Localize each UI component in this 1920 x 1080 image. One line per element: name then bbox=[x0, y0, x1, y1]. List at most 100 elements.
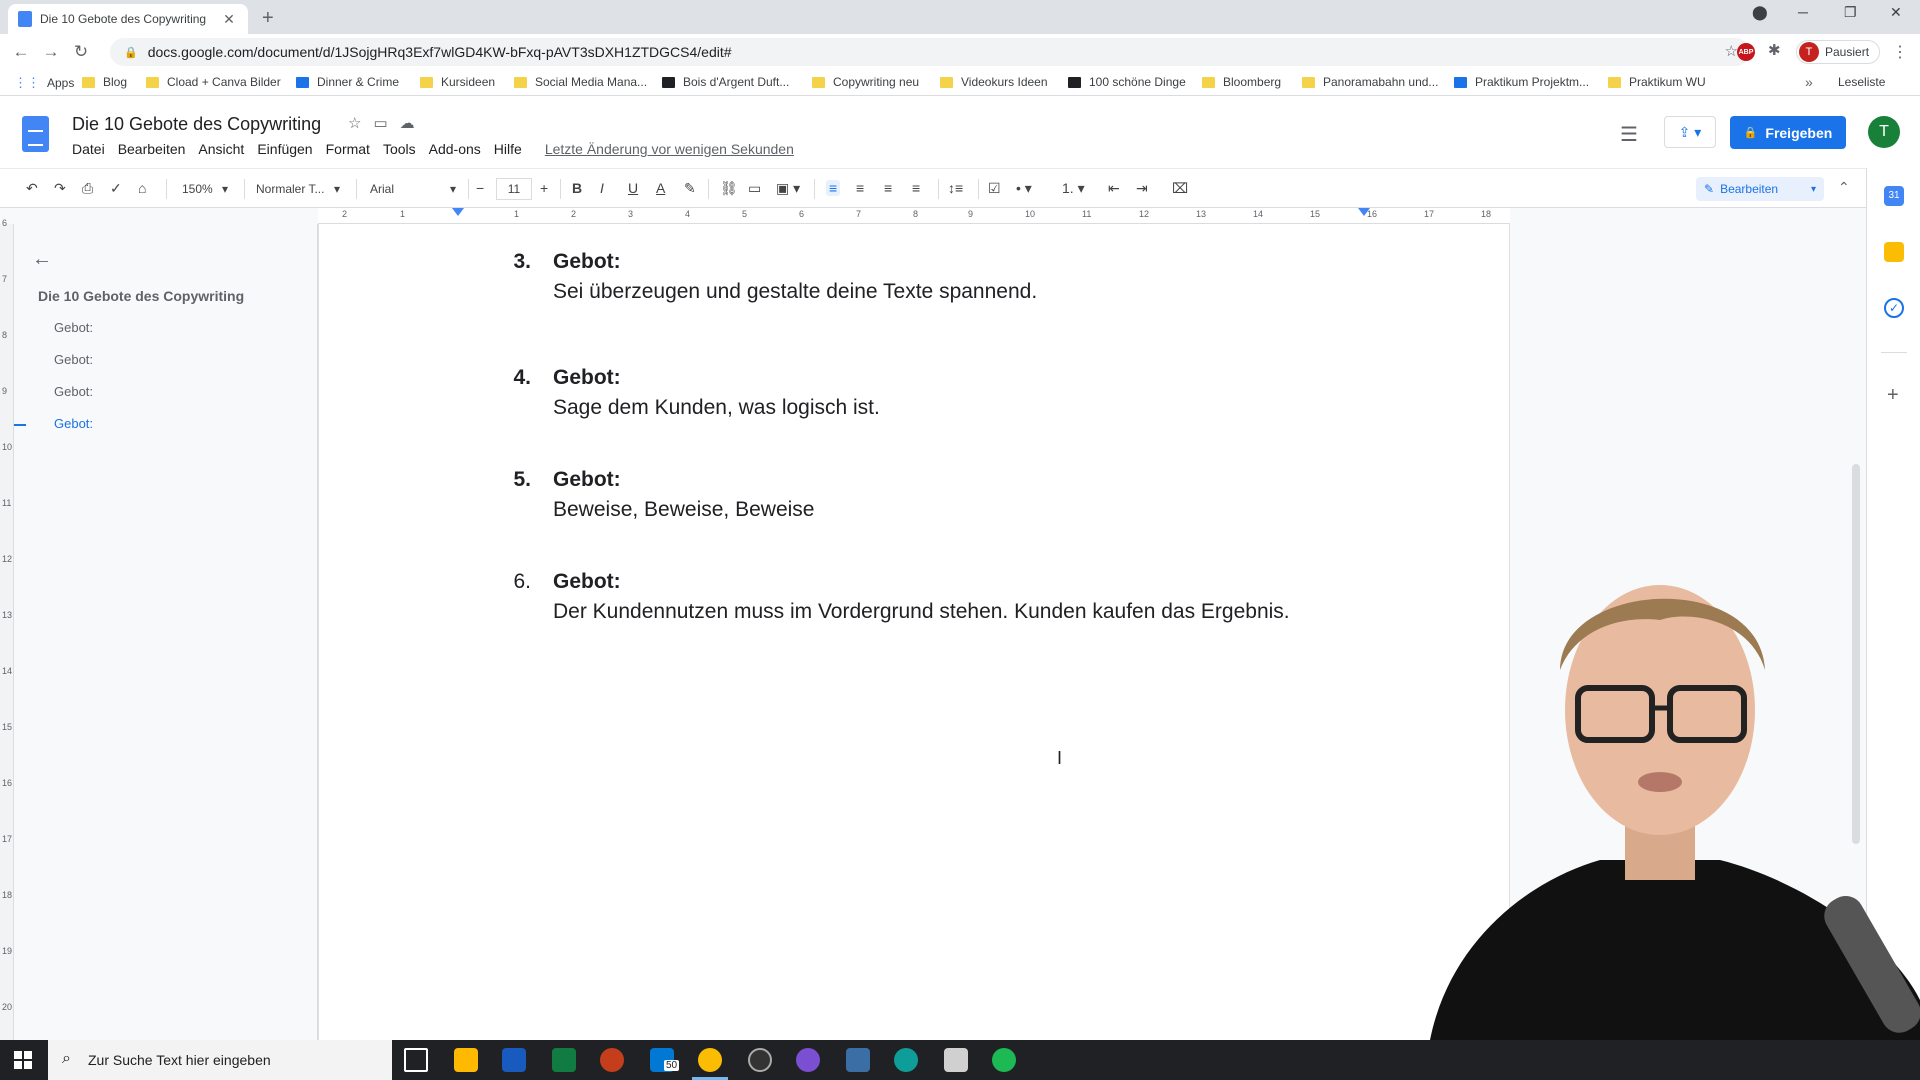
bookmark-item[interactable]: Copywriting neu bbox=[812, 75, 919, 89]
document-page[interactable]: 3. Gebot: Sei überzeugen und gestalte de… bbox=[318, 224, 1510, 1040]
font-select[interactable]: Arial bbox=[370, 182, 394, 196]
tab-search-icon[interactable]: ⬤ bbox=[1752, 4, 1768, 21]
outline-item[interactable]: Gebot: bbox=[54, 384, 93, 399]
comments-icon[interactable]: ☰ bbox=[1620, 122, 1638, 147]
font-size-input[interactable]: 11 bbox=[496, 178, 532, 200]
bookmark-item[interactable]: Bois d'Argent Duft... bbox=[662, 75, 789, 89]
menu-datei[interactable]: Datei bbox=[72, 141, 105, 157]
insert-image-icon[interactable]: ▣ ▾ bbox=[776, 180, 800, 197]
close-tab-icon[interactable]: ✕ bbox=[220, 11, 238, 28]
close-window-icon[interactable]: ✕ bbox=[1890, 4, 1902, 21]
editing-mode-select[interactable]: ✎ Bearbeiten ▾ bbox=[1696, 177, 1824, 201]
bookmark-item[interactable]: Dinner & Crime bbox=[296, 75, 399, 89]
edge-icon[interactable] bbox=[894, 1048, 918, 1072]
more-bookmarks-button[interactable]: » bbox=[1805, 74, 1813, 90]
excel-icon[interactable] bbox=[552, 1048, 576, 1072]
clear-formatting-icon[interactable]: ⌧ bbox=[1172, 180, 1188, 197]
profile-button[interactable]: T Pausiert bbox=[1796, 40, 1881, 64]
app-icon[interactable] bbox=[846, 1048, 870, 1072]
back-icon[interactable]: ← bbox=[6, 42, 36, 62]
zoom-select[interactable]: 150% bbox=[182, 182, 213, 196]
left-indent-marker-icon[interactable] bbox=[452, 208, 464, 216]
align-left-icon[interactable]: ≡ bbox=[826, 180, 841, 196]
bookmark-item[interactable]: Panoramabahn und... bbox=[1302, 75, 1438, 89]
outline-item[interactable]: Gebot: bbox=[54, 320, 93, 335]
share-button[interactable]: 🔒 Freigeben bbox=[1730, 116, 1846, 149]
menu-hilfe[interactable]: Hilfe bbox=[494, 141, 522, 157]
vertical-ruler[interactable]: 6 7 8 9 10 11 12 13 14 15 16 17 18 19 20 bbox=[0, 218, 14, 1040]
paragraph-style-select[interactable]: Normaler T... bbox=[256, 182, 324, 196]
underline-icon[interactable]: U bbox=[628, 180, 638, 196]
close-outline-back-icon[interactable]: ← bbox=[32, 248, 52, 271]
adblock-extension-icon[interactable]: ABP bbox=[1737, 43, 1755, 61]
menu-einfuegen[interactable]: Einfügen bbox=[257, 141, 312, 157]
hide-menus-icon[interactable]: ⌃ bbox=[1838, 179, 1850, 196]
restore-window-icon[interactable]: ❐ bbox=[1844, 4, 1857, 21]
user-avatar[interactable]: T bbox=[1868, 116, 1900, 148]
keep-icon[interactable] bbox=[1884, 242, 1904, 262]
checklist-icon[interactable]: ☑ bbox=[988, 180, 1001, 197]
add-addon-icon[interactable]: + bbox=[1887, 384, 1899, 407]
paint-format-icon[interactable]: ⌂ bbox=[138, 180, 146, 196]
bookmark-item[interactable]: Videokurs Ideen bbox=[940, 75, 1048, 89]
outline-item-selected[interactable]: Gebot: bbox=[54, 416, 93, 431]
bookmark-apps[interactable]: ⋮⋮ Apps bbox=[14, 75, 74, 91]
insert-link-icon[interactable]: ⛓ bbox=[720, 180, 738, 197]
numbered-list-icon[interactable]: 1. ▾ bbox=[1062, 180, 1085, 197]
bookmark-item[interactable]: Social Media Mana... bbox=[514, 75, 647, 89]
bulleted-list-icon[interactable]: • ▾ bbox=[1016, 180, 1032, 197]
bookmark-item[interactable]: Praktikum WU bbox=[1608, 75, 1706, 89]
increase-font-size-icon[interactable]: + bbox=[540, 180, 548, 196]
windows-start-icon[interactable] bbox=[14, 1051, 32, 1069]
menu-tools[interactable]: Tools bbox=[383, 141, 416, 157]
bookmark-item[interactable]: Kursideen bbox=[420, 75, 495, 89]
spellcheck-icon[interactable]: ✓ bbox=[110, 180, 122, 197]
docs-logo-icon[interactable] bbox=[22, 116, 49, 152]
spotify-icon[interactable] bbox=[992, 1048, 1016, 1072]
align-justify-icon[interactable]: ≡ bbox=[912, 180, 920, 196]
browser-tab[interactable]: Die 10 Gebote des Copywriting ✕ bbox=[8, 4, 248, 34]
app-icon[interactable] bbox=[796, 1048, 820, 1072]
highlight-icon[interactable]: ✎ bbox=[684, 180, 696, 197]
document-canvas[interactable]: 3. Gebot: Sei überzeugen und gestalte de… bbox=[318, 224, 1510, 1040]
reload-icon[interactable]: ↻ bbox=[66, 42, 96, 62]
address-bar[interactable]: 🔒 docs.google.com/document/d/1JSojgHRq3E… bbox=[110, 38, 1750, 66]
calendar-icon[interactable]: 31 bbox=[1884, 186, 1904, 206]
bookmark-star-icon[interactable]: ☆ bbox=[1725, 42, 1738, 60]
menu-ansicht[interactable]: Ansicht bbox=[198, 141, 244, 157]
extensions-puzzle-icon[interactable]: ✱ bbox=[1768, 41, 1781, 59]
bookmark-item[interactable]: 100 schöne Dinge bbox=[1068, 75, 1186, 89]
increase-indent-icon[interactable]: ⇥ bbox=[1136, 180, 1148, 197]
chrome-icon[interactable] bbox=[698, 1048, 722, 1072]
taskbar-search-input[interactable]: ⌕ Zur Suche Text hier eingeben bbox=[48, 1040, 392, 1080]
print-icon[interactable]: ⎙ bbox=[82, 180, 93, 197]
add-comment-icon[interactable]: ▭ bbox=[748, 180, 761, 197]
menu-bearbeiten[interactable]: Bearbeiten bbox=[118, 141, 186, 157]
task-view-icon[interactable] bbox=[404, 1048, 428, 1072]
forward-icon[interactable]: → bbox=[36, 42, 66, 62]
align-right-icon[interactable]: ≡ bbox=[884, 180, 892, 196]
file-explorer-icon[interactable] bbox=[454, 1048, 478, 1072]
decrease-font-size-icon[interactable]: − bbox=[476, 180, 484, 196]
present-button[interactable]: ⇪ ▾ bbox=[1664, 116, 1716, 148]
new-tab-button[interactable]: + bbox=[262, 7, 274, 30]
menu-format[interactable]: Format bbox=[326, 141, 370, 157]
undo-icon[interactable]: ↶ bbox=[26, 180, 38, 197]
bookmark-item[interactable]: Cload + Canva Bilder bbox=[146, 75, 281, 89]
obs-icon[interactable] bbox=[748, 1048, 772, 1072]
horizontal-ruler[interactable]: 2 1 1 2 3 4 5 6 7 8 9 10 11 12 13 14 15 … bbox=[318, 208, 1510, 224]
notepad-icon[interactable] bbox=[944, 1048, 968, 1072]
move-folder-icon[interactable]: ▭ bbox=[373, 115, 399, 132]
browser-menu-icon[interactable]: ⋮ bbox=[1892, 42, 1908, 62]
menu-add-ons[interactable]: Add-ons bbox=[429, 141, 481, 157]
reading-list-button[interactable]: Leseliste bbox=[1838, 75, 1885, 89]
bookmark-item[interactable]: Bloomberg bbox=[1202, 75, 1281, 89]
outline-title[interactable]: Die 10 Gebote des Copywriting bbox=[38, 288, 244, 304]
powerpoint-icon[interactable] bbox=[600, 1048, 624, 1072]
document-title[interactable]: Die 10 Gebote des Copywriting bbox=[72, 114, 321, 135]
decrease-indent-icon[interactable]: ⇤ bbox=[1108, 180, 1120, 197]
bold-icon[interactable]: B bbox=[572, 180, 582, 196]
bookmark-item[interactable]: Praktikum Projektm... bbox=[1454, 75, 1589, 89]
last-edit-link[interactable]: Letzte Änderung vor wenigen Sekunden bbox=[545, 141, 794, 157]
outline-item[interactable]: Gebot: bbox=[54, 352, 93, 367]
